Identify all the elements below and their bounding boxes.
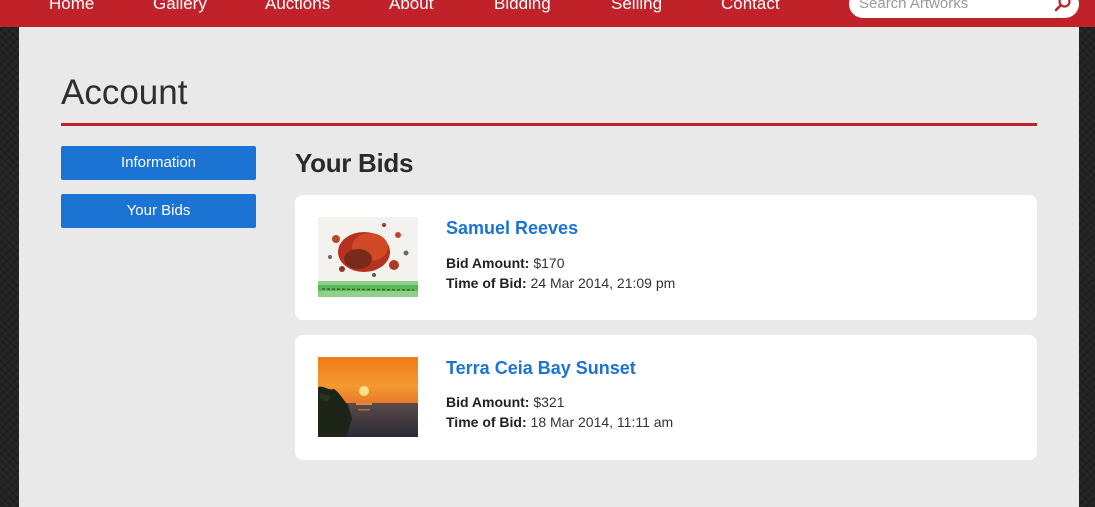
section-title: Your Bids <box>295 148 414 178</box>
nav-gallery[interactable]: Gallery <box>153 0 207 17</box>
sidebar-item-information[interactable]: Information <box>61 146 256 180</box>
bid-amount-value: $170 <box>533 255 565 271</box>
title-divider <box>61 123 1037 126</box>
bid-time-value: 24 Mar 2014, 21:09 pm <box>530 275 676 291</box>
page-title: Account <box>61 73 188 112</box>
nav-contact[interactable]: Contact <box>721 0 780 17</box>
bid-card: Terra Ceia Bay Sunset Bid Amount: $321 T… <box>295 335 1037 460</box>
nav-bidding[interactable]: Bidding <box>494 0 551 17</box>
search-input[interactable] <box>859 0 1049 16</box>
bid-time-label: Time of Bid: <box>446 414 527 430</box>
bid-amount-value: $321 <box>533 394 565 410</box>
nav-selling[interactable]: Selling <box>611 0 662 17</box>
bid-artwork-link[interactable]: Terra Ceia Bay Sunset <box>446 356 636 380</box>
bid-amount-row: Bid Amount: $321 <box>446 392 565 412</box>
search-box <box>849 0 1079 18</box>
bid-amount-label: Bid Amount: <box>446 394 530 410</box>
bid-card: Samuel Reeves Bid Amount: $170 Time of B… <box>295 195 1037 320</box>
sidebar-item-your-bids[interactable]: Your Bids <box>61 194 256 228</box>
bid-time-row: Time of Bid: 24 Mar 2014, 21:09 pm <box>446 273 675 293</box>
bid-time-row: Time of Bid: 18 Mar 2014, 11:11 am <box>446 412 673 432</box>
bid-time-label: Time of Bid: <box>446 275 527 291</box>
bid-amount-label: Bid Amount: <box>446 255 530 271</box>
bid-artwork-link[interactable]: Samuel Reeves <box>446 216 578 240</box>
account-panel: Account Information Your Bids Your Bids <box>19 27 1079 507</box>
nav-about[interactable]: About <box>389 0 433 17</box>
bid-time-value: 18 Mar 2014, 11:11 am <box>530 414 674 430</box>
artwork-thumbnail[interactable] <box>318 217 418 297</box>
search-icon[interactable] <box>1053 0 1073 14</box>
bid-amount-row: Bid Amount: $170 <box>446 253 565 273</box>
top-nav: Home Gallery Auctions About Bidding Sell… <box>0 0 1095 27</box>
nav-auctions[interactable]: Auctions <box>265 0 330 17</box>
artwork-thumbnail[interactable] <box>318 357 418 437</box>
nav-home[interactable]: Home <box>49 0 94 17</box>
